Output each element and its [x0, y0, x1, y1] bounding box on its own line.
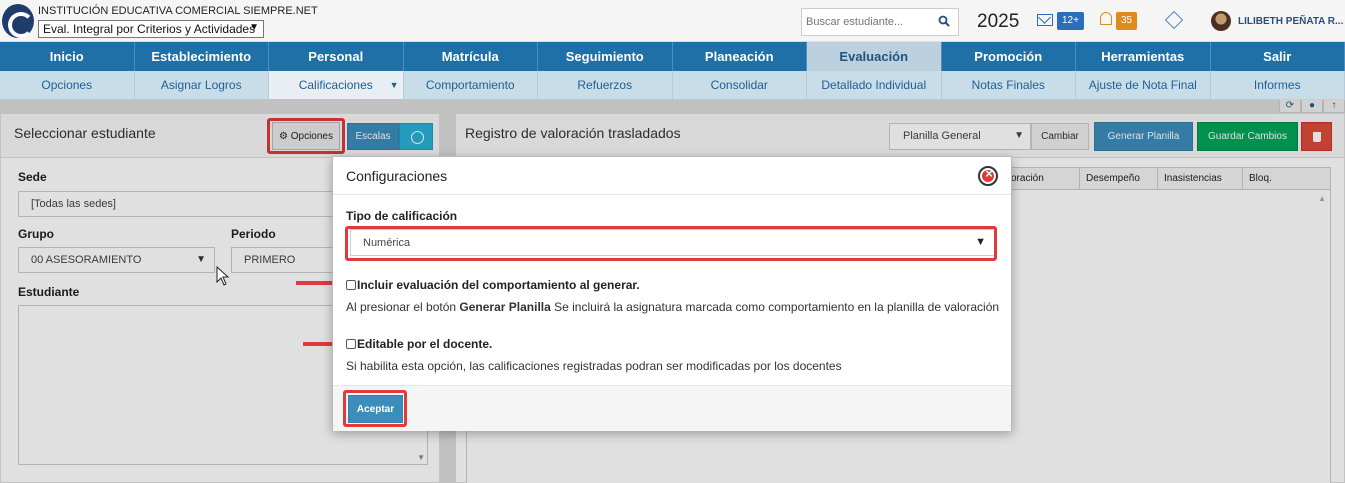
institution-name: INSTITUCIÓN EDUCATIVA COMERCIAL SIEMPRE.…	[38, 5, 318, 17]
tipo-calificacion-label: Tipo de calificación	[346, 209, 458, 223]
annotation-arrow	[296, 276, 346, 290]
main-nav: Inicio Establecimiento Personal Matrícul…	[0, 42, 1345, 71]
modal-footer: Aceptar	[333, 385, 1011, 431]
nav-establecimiento[interactable]: Establecimiento	[135, 42, 269, 71]
chevron-down-icon: ▼	[249, 22, 259, 33]
subnav-detallado-individual[interactable]: Detallado Individual	[807, 71, 942, 99]
incluir-comportamiento-label[interactable]: Incluir evaluación del comportamiento al…	[357, 278, 640, 292]
bell-icon[interactable]	[1100, 12, 1112, 25]
editable-docente-label[interactable]: Editable por el docente.	[357, 337, 492, 351]
incluir-comportamiento-help: Al presionar el botón Generar Planilla S…	[346, 300, 999, 314]
incluir-comportamiento-row[interactable]: Incluir evaluación del comportamiento al…	[346, 278, 640, 292]
module-select[interactable]: Eval. Integral por Criterios y Actividad…	[38, 20, 264, 38]
aceptar-highlight	[343, 390, 407, 427]
nav-planeacion[interactable]: Planeación	[673, 42, 807, 71]
student-search[interactable]	[801, 8, 959, 36]
avatar[interactable]	[1211, 11, 1231, 31]
institution-logo-icon	[2, 4, 34, 38]
nav-promocion[interactable]: Promoción	[942, 42, 1076, 71]
caret-down-icon[interactable]: ▼	[390, 71, 399, 100]
subnav-informes[interactable]: Informes	[1211, 71, 1345, 99]
notification-count-badge[interactable]: 35	[1116, 12, 1138, 30]
subnav-consolidar[interactable]: Consolidar	[673, 71, 807, 99]
editable-docente-help: Si habilita esta opción, las calificacio…	[346, 359, 842, 373]
modal-header: Configuraciones	[333, 157, 1011, 195]
subnav-ajuste-nota-final[interactable]: Ajuste de Nota Final	[1076, 71, 1211, 99]
subnav-asignar-logros[interactable]: Asignar Logros	[135, 71, 269, 99]
tipo-select-highlight	[345, 226, 997, 261]
close-icon[interactable]	[978, 166, 998, 186]
top-header: INSTITUCIÓN EDUCATIVA COMERCIAL SIEMPRE.…	[0, 0, 1345, 42]
cube-icon[interactable]	[1164, 10, 1184, 30]
subnav-refuerzos[interactable]: Refuerzos	[538, 71, 673, 99]
incluir-comportamiento-checkbox[interactable]	[346, 280, 356, 290]
subnav-comportamiento[interactable]: Comportamiento	[404, 71, 538, 99]
mail-count-badge[interactable]: 12+	[1057, 12, 1084, 30]
mail-icon[interactable]	[1037, 14, 1053, 26]
module-select-value: Eval. Integral por Criterios y Actividad…	[43, 22, 256, 36]
help-bold-text: Generar Planilla	[459, 300, 551, 314]
modal-title: Configuraciones	[346, 168, 448, 184]
subnav-calificaciones[interactable]: Calificaciones ▼	[269, 71, 404, 99]
configuraciones-modal: Configuraciones Tipo de calificación Num…	[332, 156, 1012, 431]
editable-docente-checkbox[interactable]	[346, 339, 356, 349]
nav-personal[interactable]: Personal	[269, 42, 404, 71]
nav-evaluacion[interactable]: Evaluación	[807, 42, 942, 71]
nav-inicio[interactable]: Inicio	[0, 42, 135, 71]
search-icon[interactable]	[938, 15, 950, 27]
nav-herramientas[interactable]: Herramientas	[1076, 42, 1211, 71]
subnav-opciones[interactable]: Opciones	[0, 71, 135, 99]
subnav-notas-finales[interactable]: Notas Finales	[942, 71, 1076, 99]
nav-seguimiento[interactable]: Seguimiento	[538, 42, 673, 71]
search-input[interactable]	[802, 9, 930, 35]
subnav-calificaciones-label: Calificaciones	[298, 78, 373, 92]
nav-matricula[interactable]: Matrícula	[404, 42, 538, 71]
editable-docente-row[interactable]: Editable por el docente.	[346, 337, 492, 351]
school-year[interactable]: 2025	[977, 11, 1019, 33]
help-text: Se incluirá la asignatura marcada como c…	[550, 300, 1000, 314]
help-text: Al presionar el botón	[346, 300, 460, 314]
nav-salir[interactable]: Salir	[1211, 42, 1345, 71]
sub-nav: Opciones Asignar Logros Calificaciones ▼…	[0, 71, 1345, 100]
user-name[interactable]: LILIBETH PEÑATA R...	[1238, 16, 1343, 27]
